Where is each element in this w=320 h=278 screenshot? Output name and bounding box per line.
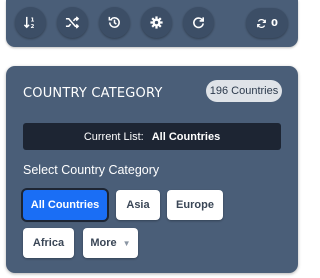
svg-text:2: 2 <box>31 24 35 30</box>
settings-icon <box>150 16 163 29</box>
settings-button[interactable] <box>141 7 172 38</box>
chip-africa[interactable]: Africa <box>23 228 74 258</box>
redo-icon <box>193 17 204 29</box>
chip-label: Africa <box>32 237 65 249</box>
country-category-panel: COUNTRY CATEGORY 196 Countries Current L… <box>6 66 298 273</box>
shuffle-icon <box>65 16 80 29</box>
sync-icon <box>257 18 266 28</box>
chip-label: More <box>90 237 117 249</box>
sync-counter[interactable]: 0 <box>246 8 288 38</box>
svg-text:1: 1 <box>31 18 35 24</box>
sort-icon: 1 2 <box>23 16 35 30</box>
more-dropdown[interactable]: More ▼ <box>83 228 138 258</box>
caret-down-icon: ▼ <box>122 238 131 248</box>
chip-asia[interactable]: Asia <box>116 190 160 220</box>
chip-all-countries[interactable]: All Countries <box>23 190 107 220</box>
chip-label: All Countries <box>30 199 100 211</box>
select-category-label: Select Country Category <box>23 163 160 177</box>
history-icon <box>108 16 120 28</box>
panel-title: COUNTRY CATEGORY <box>23 86 163 101</box>
sort-button[interactable]: 1 2 <box>15 7 46 38</box>
chip-label: Asia <box>126 199 150 211</box>
sync-count: 0 <box>271 17 278 29</box>
history-button[interactable] <box>99 7 130 38</box>
current-list-bar: Current List: All Countries <box>23 123 281 150</box>
chip-label: Europe <box>176 199 214 211</box>
redo-button[interactable] <box>183 7 214 38</box>
shuffle-button[interactable] <box>57 7 88 38</box>
chip-europe[interactable]: Europe <box>167 190 223 220</box>
toolbar: 1 2 0 <box>6 0 298 47</box>
country-count-badge: 196 Countries <box>206 80 282 102</box>
current-list-label: Current List: <box>83 130 144 143</box>
current-list-value: All Countries <box>151 130 221 143</box>
